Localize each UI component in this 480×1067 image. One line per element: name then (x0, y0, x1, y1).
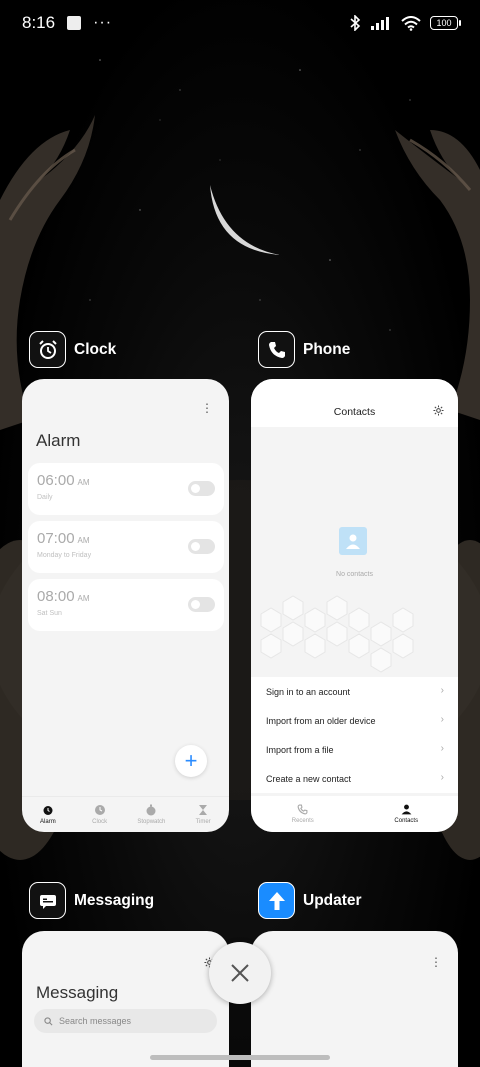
phone-app-card[interactable]: Contacts No contacts Sign in to an accou… (251, 379, 458, 832)
clock-app-name: Clock (74, 340, 117, 358)
page-title: Messaging (36, 983, 119, 1002)
alarm-time: 08:00 (37, 588, 75, 605)
tab-stopwatch[interactable]: Stopwatch (126, 797, 178, 832)
updater-app-card[interactable]: ⋮ (251, 931, 458, 1067)
phone-icon (297, 804, 308, 815)
alarm-item[interactable]: 07:00 AM Monday to Friday (28, 521, 224, 573)
wifi-icon (401, 15, 421, 31)
alarm-ampm: AM (77, 594, 90, 603)
bluetooth-icon (350, 15, 361, 31)
chevron-right-icon: › (440, 772, 444, 783)
tab-alarm[interactable]: Alarm (22, 797, 74, 832)
tab-timer[interactable]: Timer (177, 797, 229, 832)
chevron-right-icon: › (440, 743, 444, 754)
alarm-toggle[interactable] (188, 539, 215, 554)
menu-item-import-older-device[interactable]: Import from an older device › (251, 706, 458, 735)
alarm-clock-icon (38, 339, 57, 359)
tab-clock[interactable]: Clock (74, 797, 126, 832)
search-icon (44, 1016, 53, 1025)
up-arrow-icon (268, 891, 285, 910)
add-alarm-button[interactable]: + (175, 745, 207, 777)
alarm-ampm: AM (77, 536, 90, 545)
alarm-item[interactable]: 08:00 AM Sat Sun (28, 579, 224, 631)
menu-item-import-file[interactable]: Import from a file › (251, 735, 458, 764)
messaging-app-icon[interactable] (29, 882, 66, 919)
messaging-app-header[interactable]: Messaging (29, 882, 154, 919)
empty-contacts-avatar-icon (339, 527, 367, 555)
tab-label: Alarm (40, 819, 56, 825)
messaging-app-card[interactable]: Messaging Search messages (22, 931, 229, 1067)
alarm-repeat: Monday to Friday (37, 552, 92, 559)
clock-bottom-nav: Alarm Clock Stopwatch Timer (22, 796, 229, 832)
tab-label: Stopwatch (137, 819, 166, 825)
contacts-menu: Sign in to an account › Import from an o… (251, 677, 458, 793)
phone-icon (268, 341, 285, 358)
settings-gear-icon[interactable] (433, 405, 444, 416)
clear-all-button[interactable] (209, 942, 271, 1004)
menu-item-label: Import from a file (266, 744, 334, 755)
clock-app-header[interactable]: Clock (29, 331, 116, 368)
alarm-time: 07:00 (37, 530, 75, 547)
phone-app-icon[interactable] (258, 331, 295, 368)
close-icon (231, 964, 249, 982)
page-title: Contacts (333, 406, 376, 418)
hourglass-icon (199, 805, 208, 815)
status-time: 8:16 (22, 13, 56, 32)
tab-label: Recents (291, 818, 314, 824)
empty-state-text: No contacts (336, 571, 373, 578)
tab-label: Clock (92, 819, 108, 825)
contacts-header (251, 379, 458, 427)
home-indicator[interactable] (150, 1055, 330, 1060)
more-notifications-icon: ··· (93, 14, 113, 31)
phone-app-name: Phone (303, 340, 351, 358)
updater-app-header[interactable]: Updater (258, 882, 362, 919)
alarm-toggle[interactable] (188, 481, 215, 496)
tab-label: Contacts (394, 818, 419, 824)
alarm-icon (43, 806, 53, 815)
battery-icon: 100 (430, 16, 461, 30)
menu-item-label: Import from an older device (266, 715, 376, 726)
menu-item-label: Create a new contact (266, 773, 352, 784)
more-options-icon[interactable]: ⋮ (201, 401, 213, 415)
tab-label: Timer (195, 819, 211, 825)
alarm-ampm: AM (77, 478, 90, 487)
menu-item-label: Sign in to an account (266, 686, 351, 697)
clock-app-icon[interactable] (29, 331, 66, 368)
alarm-repeat: Sat Sun (37, 610, 62, 617)
notification-icon (67, 16, 82, 30)
signal-icon (371, 17, 389, 30)
status-bar: 8:16 ··· 100 (0, 0, 480, 46)
alarm-repeat: Daily (37, 494, 53, 501)
chevron-right-icon: › (440, 685, 444, 696)
alarm-time: 06:00 (37, 472, 75, 489)
clock-app-card[interactable]: ⋮ Alarm 06:00 AM Daily 07:00 AM Monday to … (22, 379, 229, 832)
person-icon (401, 804, 412, 815)
search-input[interactable]: Search messages (34, 1009, 217, 1033)
phone-app-header[interactable]: Phone (258, 331, 350, 368)
alarm-item[interactable]: 06:00 AM Daily (28, 463, 224, 515)
alarm-toggle[interactable] (188, 597, 215, 612)
phone-bottom-nav: Recents Contacts (251, 796, 458, 832)
clock-icon (94, 805, 105, 815)
more-options-icon[interactable]: ⋮ (430, 955, 442, 969)
search-placeholder: Search messages (59, 1016, 132, 1026)
tab-contacts[interactable]: Contacts (355, 796, 459, 832)
chevron-right-icon: › (440, 714, 444, 725)
updater-app-name: Updater (303, 891, 362, 909)
menu-item-create-contact[interactable]: Create a new contact › (251, 764, 458, 793)
battery-level: 100 (436, 18, 452, 28)
page-title: Alarm (36, 431, 81, 450)
tab-recents[interactable]: Recents (251, 796, 355, 832)
message-bubble-icon (39, 894, 56, 909)
messaging-app-name: Messaging (74, 891, 155, 909)
hexagon-pattern (260, 595, 414, 673)
menu-item-sign-in[interactable]: Sign in to an account › (251, 677, 458, 706)
updater-app-icon[interactable] (258, 882, 295, 919)
stopwatch-icon (146, 804, 156, 816)
